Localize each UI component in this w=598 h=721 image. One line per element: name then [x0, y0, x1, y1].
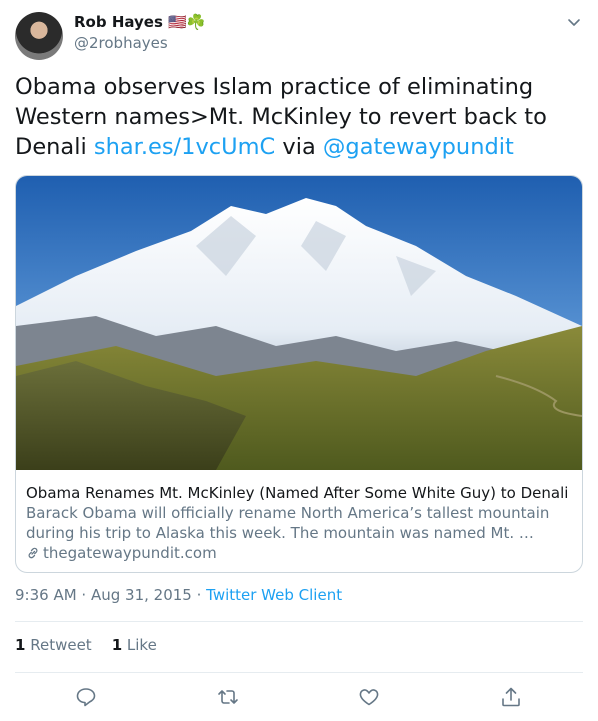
- card-title[interactable]: Obama Renames Mt. McKinley (Named After …: [26, 483, 576, 503]
- share-icon[interactable]: [500, 686, 522, 708]
- card-description: Barack Obama will officially rename Nort…: [26, 504, 550, 542]
- tweet-mention[interactable]: @gatewaypundit: [323, 134, 514, 160]
- tweet-via-text: via: [275, 134, 323, 160]
- retweet-stat[interactable]: 1 Retweet: [15, 636, 92, 654]
- like-count: 1: [111, 636, 123, 654]
- author-name[interactable]: Rob Hayes 🇺🇸☘️: [74, 13, 206, 31]
- like-stat[interactable]: 1 Like: [112, 636, 157, 654]
- card-image-mountain[interactable]: [16, 176, 582, 470]
- retweet-stat-label: Retweet: [30, 636, 92, 654]
- tweet-client[interactable]: Twitter Web Client: [206, 586, 342, 604]
- link-card[interactable]: Obama Renames Mt. McKinley (Named After …: [15, 175, 583, 573]
- divider: [15, 672, 583, 673]
- tweet-time[interactable]: 9:36 AM: [15, 586, 77, 604]
- retweet-icon[interactable]: [217, 686, 239, 708]
- tweet-stats: 1 Retweet 1 Like: [15, 636, 157, 654]
- like-stat-label: Like: [126, 636, 157, 654]
- chevron-down-icon[interactable]: [566, 14, 582, 30]
- tweet-meta: 9:36 AM · Aug 31, 2015 · Twitter Web Cli…: [15, 586, 342, 604]
- card-domain: thegatewaypundit.com: [26, 543, 217, 563]
- link-icon: [28, 547, 38, 559]
- author-display-name[interactable]: Rob Hayes: [74, 13, 163, 31]
- divider: [15, 621, 583, 622]
- card-domain-text: thegatewaypundit.com: [43, 544, 217, 562]
- tweet-text: Obama observes Islam practice of elimina…: [15, 72, 575, 162]
- author-handle[interactable]: @2robhayes: [74, 34, 168, 52]
- retweet-count: 1: [15, 636, 26, 654]
- heart-icon[interactable]: [358, 686, 380, 708]
- meta-separator: ·: [76, 586, 91, 604]
- reply-icon[interactable]: [75, 686, 97, 708]
- tweet-link[interactable]: shar.es/1vcUmC: [94, 134, 275, 160]
- shamrock-emoji: ☘️: [186, 13, 206, 31]
- us-flag-emoji: 🇺🇸: [168, 13, 187, 31]
- meta-separator: ·: [191, 586, 207, 604]
- tweet: Rob Hayes 🇺🇸☘️ @2robhayes Obama observes…: [0, 0, 598, 721]
- tweet-date[interactable]: Aug 31, 2015: [91, 586, 192, 604]
- avatar[interactable]: [15, 12, 63, 60]
